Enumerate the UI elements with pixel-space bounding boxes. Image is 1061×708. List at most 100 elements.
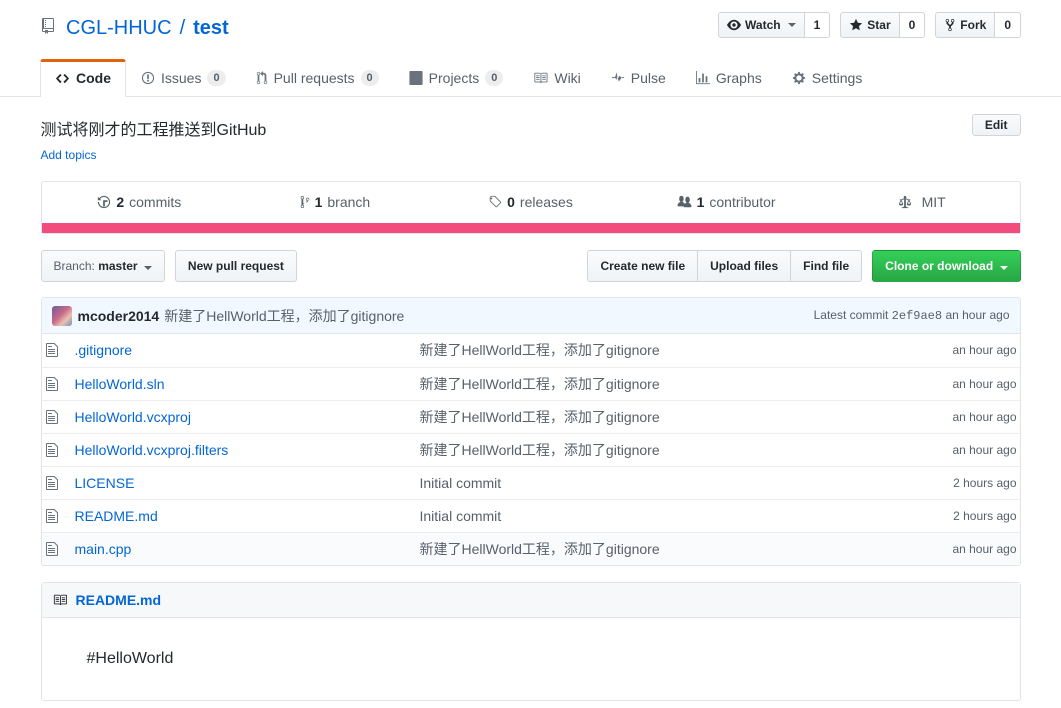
- tab-issues-count: 0: [207, 70, 226, 86]
- repo-owner-link[interactable]: CGL-HHUC: [66, 16, 172, 40]
- tab-pull-requests-count: 0: [360, 70, 379, 86]
- license-link[interactable]: MIT: [898, 194, 946, 210]
- file-icon: [42, 334, 72, 367]
- create-new-file-button[interactable]: Create new file: [587, 250, 699, 282]
- file-commit-message-link[interactable]: 新建了HellWorld工程，添加了gitignore: [420, 342, 660, 358]
- contributors-link[interactable]: 1 contributor: [677, 194, 776, 210]
- file-link[interactable]: main.cpp: [75, 541, 132, 557]
- file-link[interactable]: README.md: [75, 508, 158, 524]
- file-age: an hour ago: [952, 343, 1017, 358]
- file-list-container: mcoder2014 新建了HellWorld工程，添加了gitignore L…: [40, 297, 1021, 566]
- summary-item-license: MIT: [824, 182, 1020, 223]
- book-icon: [533, 71, 548, 85]
- file-link[interactable]: LICENSE: [75, 475, 135, 491]
- tab-code[interactable]: Code: [40, 59, 126, 97]
- add-topics-link[interactable]: Add topics: [41, 148, 97, 162]
- file-link[interactable]: .gitignore: [75, 342, 133, 358]
- git-branch-icon: [300, 195, 310, 209]
- file-commit-message: Initial commit: [417, 499, 900, 532]
- language-segment-cpp[interactable]: [41, 223, 1020, 233]
- table-row[interactable]: HelloWorld.sln 新建了HellWorld工程，添加了gitigno…: [41, 367, 1020, 400]
- repo-separator: /: [179, 17, 186, 39]
- tab-projects[interactable]: Projects 0: [394, 59, 519, 97]
- clone-or-download-button[interactable]: Clone or download: [872, 250, 1021, 282]
- readme-heading: #HelloWorld: [86, 650, 174, 667]
- file-age: an hour ago: [952, 541, 1017, 556]
- latest-commit-prefix: Latest commit: [813, 308, 889, 322]
- file-age: an hour ago: [952, 442, 1017, 457]
- watch-count[interactable]: 1: [804, 12, 831, 38]
- table-row[interactable]: HelloWorld.vcxproj.filters 新建了HellWorld工…: [41, 433, 1020, 466]
- file-commit-message-link[interactable]: 新建了HellWorld工程，添加了gitignore: [420, 409, 660, 425]
- file-name-cell: README.md: [72, 499, 417, 532]
- table-row[interactable]: README.md Initial commit 2 hours ago: [41, 499, 1020, 532]
- commits-link[interactable]: 2 commits: [97, 194, 181, 210]
- releases-count: 0: [507, 194, 515, 210]
- tab-wiki[interactable]: Wiki: [518, 59, 595, 97]
- repository-description: 测试将刚才的工程推送到GitHub: [40, 122, 267, 139]
- watch-button[interactable]: Watch: [718, 12, 805, 38]
- latest-commit-age: an hour ago: [945, 308, 1010, 322]
- tab-pull-requests[interactable]: Pull requests 0: [241, 59, 394, 97]
- file-commit-message-link[interactable]: 新建了HellWorld工程，添加了gitignore: [420, 442, 660, 458]
- tab-graphs[interactable]: Graphs: [681, 59, 777, 97]
- commit-sha-link[interactable]: 2ef9ae8: [892, 309, 942, 323]
- avatar: [51, 305, 72, 326]
- repo-name-link[interactable]: test: [193, 16, 229, 40]
- tab-code-label: Code: [76, 70, 111, 86]
- readme-title[interactable]: README.md: [76, 592, 162, 608]
- repository-description-row: 测试将刚才的工程推送到GitHub Add topics Edit: [41, 111, 1021, 162]
- tab-wiki-label: Wiki: [554, 70, 581, 86]
- commits-label: commits: [129, 194, 182, 210]
- tab-pulse[interactable]: Pulse: [596, 59, 681, 97]
- file-link[interactable]: HelloWorld.vcxproj: [75, 409, 191, 425]
- upload-files-button[interactable]: Upload files: [697, 250, 792, 282]
- book-icon: [52, 593, 68, 607]
- repository-header: CGL-HHUC / test Watch 1 Star 0 Fork 0 Co…: [0, 0, 1061, 97]
- chevron-down-icon: [999, 266, 1008, 270]
- table-row[interactable]: LICENSE Initial commit 2 hours ago: [41, 466, 1020, 499]
- file-link[interactable]: HelloWorld.sln: [75, 376, 165, 392]
- contributors-count: 1: [696, 194, 705, 210]
- tab-settings[interactable]: Settings: [777, 59, 878, 97]
- table-row[interactable]: .gitignore 新建了HellWorld工程，添加了gitignore a…: [42, 334, 1020, 367]
- file-name-cell: HelloWorld.vcxproj.filters: [72, 433, 417, 466]
- table-row[interactable]: HelloWorld.vcxproj 新建了HellWorld工程，添加了git…: [41, 400, 1020, 433]
- table-row[interactable]: main.cpp 新建了HellWorld工程，添加了gitignore an …: [41, 532, 1020, 565]
- new-pull-request-button[interactable]: New pull request: [174, 250, 297, 282]
- branches-link[interactable]: 1 branch: [300, 194, 370, 210]
- find-file-button[interactable]: Find file: [790, 250, 863, 282]
- file-commit-message: Initial commit: [417, 466, 900, 499]
- file-commit-message-link[interactable]: 新建了HellWorld工程，添加了gitignore: [420, 376, 660, 392]
- branch-select-button[interactable]: Branch: master: [40, 250, 165, 282]
- watch-button-group: Watch 1: [718, 12, 831, 38]
- fork-button-group: Fork 0: [935, 12, 1021, 38]
- summary-item-branches: 1 branch: [237, 182, 433, 223]
- latest-commit-meta: Latest commit 2ef9ae8 an hour ago: [814, 308, 1010, 323]
- summary-item-commits: 2 commits: [42, 182, 238, 223]
- tab-issues-label: Issues: [161, 70, 202, 86]
- file-name-cell: .gitignore: [72, 334, 417, 367]
- file-commit-message-link[interactable]: Initial commit: [420, 475, 502, 491]
- file-link[interactable]: HelloWorld.vcxproj.filters: [75, 442, 229, 458]
- file-icon: [42, 433, 72, 466]
- tab-issues[interactable]: Issues 0: [126, 59, 241, 97]
- fork-button[interactable]: Fork: [935, 12, 996, 38]
- releases-link[interactable]: 0 releases: [488, 194, 573, 210]
- file-commit-message-link[interactable]: Initial commit: [420, 508, 502, 524]
- graph-icon: [695, 71, 710, 85]
- star-button[interactable]: Star: [840, 12, 900, 38]
- fork-count[interactable]: 0: [995, 12, 1021, 38]
- file-commit-message: 新建了HellWorld工程，添加了gitignore: [417, 433, 900, 466]
- commit-author-link[interactable]: mcoder2014: [78, 308, 160, 324]
- git-pull-request-icon: [256, 71, 268, 85]
- file-commit-message-link[interactable]: 新建了HellWorld工程，添加了gitignore: [420, 541, 660, 557]
- commit-message-link[interactable]: 新建了HellWorld工程，添加了gitignore: [164, 306, 404, 326]
- edit-button[interactable]: Edit: [971, 114, 1021, 136]
- repository-actions: Watch 1 Star 0 Fork 0: [718, 12, 1021, 38]
- file-age: 2 hours ago: [953, 475, 1017, 490]
- file-commit-message: 新建了HellWorld工程，添加了gitignore: [417, 367, 900, 400]
- star-count[interactable]: 0: [899, 12, 926, 38]
- law-icon: [898, 195, 912, 209]
- branches-count: 1: [314, 194, 323, 210]
